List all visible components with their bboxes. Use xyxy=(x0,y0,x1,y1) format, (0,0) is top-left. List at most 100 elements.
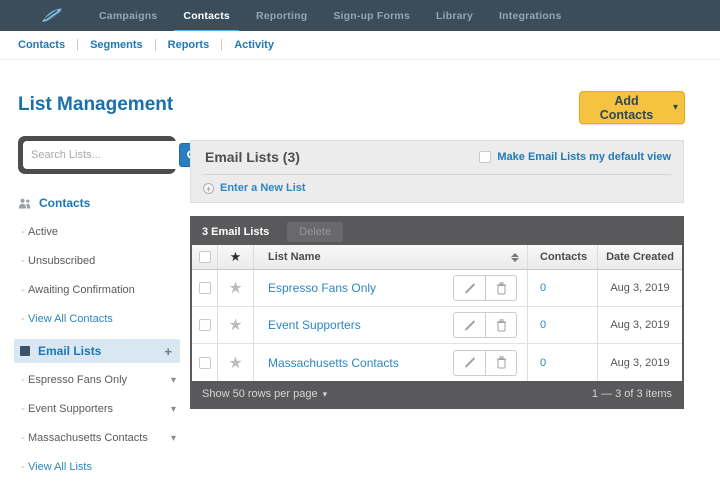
subnav-contacts[interactable]: Contacts xyxy=(18,39,65,51)
rows-per-page-selector[interactable]: Show 50 rows per page ▾ xyxy=(202,388,327,400)
date-created-value: Aug 3, 2019 xyxy=(610,319,670,331)
chevron-down-icon[interactable]: ▾ xyxy=(167,431,180,446)
list-name-link[interactable]: Espresso Fans Only xyxy=(268,281,376,295)
subnav-activity[interactable]: Activity xyxy=(234,39,274,51)
sidebar-item-active[interactable]: - Active xyxy=(14,223,180,241)
divider xyxy=(203,174,671,175)
table-row: ★ Event Supporters 0 Aug 3, 2019 xyxy=(192,307,682,344)
divider xyxy=(154,39,156,51)
edit-button[interactable] xyxy=(453,275,485,301)
star-icon[interactable]: ★ xyxy=(228,315,242,335)
nav-contacts[interactable]: Contacts xyxy=(170,0,243,35)
add-list-plus-icon[interactable]: + xyxy=(164,344,172,359)
sub-nav: Contacts Segments Reports Activity xyxy=(0,31,720,60)
sort-icon[interactable] xyxy=(511,252,519,262)
row-actions xyxy=(453,275,517,301)
header-contacts: Contacts xyxy=(540,251,588,263)
delete-button[interactable]: Delete xyxy=(287,221,344,242)
sidebar-item-event-supporters[interactable]: - Event Supporters ▾ xyxy=(14,400,180,418)
star-header-icon[interactable]: ★ xyxy=(230,249,242,265)
row-actions xyxy=(453,349,517,376)
dash-bullet: - xyxy=(21,461,25,473)
panel-title: Email Lists (3) xyxy=(205,149,300,165)
list-square-icon xyxy=(20,346,30,356)
edit-button[interactable] xyxy=(453,312,485,338)
sidebar: Contacts - Active - Unsubscribed - Await… xyxy=(14,194,180,482)
dash-bullet: - xyxy=(21,284,25,296)
add-contacts-label: Add Contacts xyxy=(599,93,654,122)
subnav-reports[interactable]: Reports xyxy=(168,39,210,51)
star-icon[interactable]: ★ xyxy=(228,353,242,373)
nav-library[interactable]: Library xyxy=(423,0,486,31)
list-name-link[interactable]: Event Supporters xyxy=(268,318,361,332)
table-header-row: ★ List Name Contacts Date Created xyxy=(192,245,682,270)
default-view-option: Make Email Lists my default view xyxy=(479,151,671,163)
trash-icon xyxy=(496,281,507,295)
email-lists-panel: Email Lists (3) Make Email Lists my defa… xyxy=(190,140,684,203)
dash-bullet: - xyxy=(21,374,25,386)
sidebar-item-massachusetts-contacts[interactable]: - Massachusetts Contacts ▾ xyxy=(14,429,180,447)
sidebar-item-awaiting-confirmation[interactable]: - Awaiting Confirmation xyxy=(14,281,180,299)
header-list-name: List Name xyxy=(268,251,321,263)
dash-bullet: - xyxy=(21,432,25,444)
contacts-count-link[interactable]: 0 xyxy=(540,319,546,331)
chevron-down-icon[interactable]: ▾ xyxy=(167,373,180,388)
add-contacts-button[interactable]: Add Contacts ▾ xyxy=(579,91,685,124)
select-all-checkbox[interactable] xyxy=(198,251,211,263)
list-name-link[interactable]: Massachusetts Contacts xyxy=(268,356,399,370)
row-actions xyxy=(453,312,517,338)
nav-campaigns[interactable]: Campaigns xyxy=(86,0,170,31)
delete-row-button[interactable] xyxy=(485,312,517,338)
dash-bullet: - xyxy=(21,403,25,415)
chevron-down-icon: ▾ xyxy=(322,388,328,399)
sidebar-contacts-label: Contacts xyxy=(39,196,91,210)
table-toolbar: 3 Email Lists Delete xyxy=(192,218,682,245)
dash-bullet: - xyxy=(21,255,25,267)
pencil-icon xyxy=(464,357,475,368)
sidebar-contacts-header[interactable]: Contacts xyxy=(14,194,180,212)
row-checkbox[interactable] xyxy=(198,282,211,294)
delete-row-button[interactable] xyxy=(485,349,517,376)
row-checkbox[interactable] xyxy=(198,356,211,369)
sidebar-item-espresso-fans-only[interactable]: - Espresso Fans Only ▾ xyxy=(14,371,180,389)
enter-new-list-label: Enter a New List xyxy=(220,182,306,194)
contacts-count-link[interactable]: 0 xyxy=(540,282,546,294)
default-view-label[interactable]: Make Email Lists my default view xyxy=(497,151,671,163)
search-lists-input[interactable] xyxy=(25,149,179,161)
sidebar-view-all-contacts[interactable]: - View All Contacts xyxy=(14,310,180,328)
subnav-segments[interactable]: Segments xyxy=(90,39,143,51)
table-footer: Show 50 rows per page ▾ 1 — 3 of 3 items xyxy=(192,381,682,407)
nav-reporting[interactable]: Reporting xyxy=(243,0,320,31)
dash-bullet: - xyxy=(21,226,25,238)
default-view-checkbox[interactable] xyxy=(479,151,492,163)
sidebar-email-lists-label: Email Lists xyxy=(38,344,102,358)
email-lists-table: 3 Email Lists Delete ★ List Name Contact… xyxy=(190,216,684,409)
page-title: List Management xyxy=(18,94,174,115)
top-nav-items: Campaigns Contacts Reporting Sign-up For… xyxy=(86,0,575,35)
nav-signup-forms[interactable]: Sign-up Forms xyxy=(320,0,423,31)
top-nav: Campaigns Contacts Reporting Sign-up For… xyxy=(0,0,720,35)
table-row: ★ Espresso Fans Only 0 Aug 3, 2019 xyxy=(192,270,682,307)
sidebar-item-unsubscribed[interactable]: - Unsubscribed xyxy=(14,252,180,270)
trash-icon xyxy=(496,318,507,332)
sidebar-email-lists-header[interactable]: Email Lists + xyxy=(14,339,180,363)
chevron-down-icon[interactable]: ▾ xyxy=(167,402,180,417)
search-lists-box xyxy=(18,136,207,174)
list-management-screen: Campaigns Contacts Reporting Sign-up For… xyxy=(0,0,720,482)
nav-integrations[interactable]: Integrations xyxy=(486,0,575,31)
enter-new-list-link[interactable]: + Enter a New List xyxy=(203,182,306,194)
pencil-icon xyxy=(464,319,475,331)
date-created-value: Aug 3, 2019 xyxy=(610,356,670,369)
contacts-count-link[interactable]: 0 xyxy=(540,357,546,369)
divider xyxy=(77,39,79,51)
table-row: ★ Massachusetts Contacts 0 Aug 3, 2019 xyxy=(192,344,682,381)
trash-icon xyxy=(496,356,507,369)
edit-button[interactable] xyxy=(453,349,485,376)
row-checkbox[interactable] xyxy=(198,319,211,331)
delete-row-button[interactable] xyxy=(485,275,517,301)
brand-logo-icon[interactable] xyxy=(40,7,64,24)
sidebar-view-all-lists[interactable]: - View All Lists xyxy=(14,458,180,476)
divider xyxy=(221,39,223,51)
header-date-created: Date Created xyxy=(606,251,674,263)
star-icon[interactable]: ★ xyxy=(228,278,242,298)
